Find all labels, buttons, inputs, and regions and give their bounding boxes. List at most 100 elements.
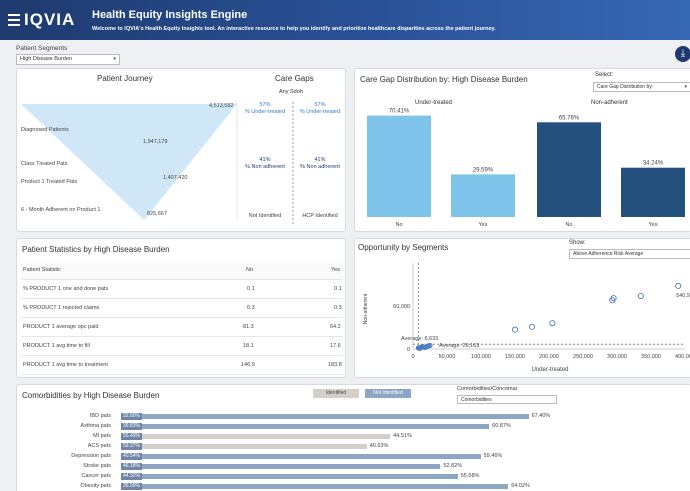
- comorb-badge-3: 59.37%: [121, 443, 142, 450]
- x-tick-3: Yes: [649, 222, 658, 228]
- scatter-point: [637, 292, 644, 299]
- comorb-badge-1: 39.83%: [121, 423, 142, 430]
- x-tick-1: Yes: [479, 222, 488, 228]
- left-footer: Not Identified: [248, 213, 282, 219]
- app-subtitle: Welcome to IQVIA's Health Equity Insight…: [92, 26, 496, 32]
- x-tick-0: No: [395, 222, 402, 228]
- legend-not-identified[interactable]: Not Identified: [365, 389, 411, 398]
- scatter-point: [427, 342, 433, 349]
- app-header: IQVIA Health Equity Insights Engine Welc…: [0, 0, 690, 40]
- bar-3: [621, 167, 685, 217]
- x-axis-label: Under-treated: [531, 367, 568, 373]
- opportunity-scatter: 0 50,000 100,000 150,000 200,000 250,000 300,0…: [363, 263, 690, 373]
- comorb-value-2: 44.51%: [393, 433, 412, 439]
- x-tick-8: 400,000: [675, 354, 690, 360]
- segment-select[interactable]: High Disease Burden ▾: [16, 54, 120, 65]
- comorb-badge-5: 46.18%: [121, 463, 142, 470]
- comorb-category-3: ACS pats: [87, 443, 111, 449]
- download-button[interactable]: ⤓: [675, 46, 690, 62]
- comorb-value-4: 59.46%: [483, 453, 503, 459]
- table-row: % PRODUCT 1 one and done pats 0.1 0.1: [21, 280, 343, 299]
- col-statistic: Patient Statistic: [23, 267, 61, 273]
- comorb-value-0: 67.40%: [531, 413, 551, 419]
- left-non-adherent: 41%% Non adherent: [245, 157, 285, 170]
- x-tick-2: 100,000: [471, 354, 491, 360]
- col-no: No: [246, 267, 254, 273]
- x-tick-3: 150,000: [505, 354, 525, 360]
- x-tick-0: 0: [411, 354, 414, 360]
- bar-2: [537, 122, 601, 217]
- right-non-adherent: 41%% Non adherent: [300, 157, 340, 170]
- patient-stats-panel: Patient Statistics by High Disease Burde…: [16, 238, 346, 378]
- scatter-point: [549, 320, 556, 327]
- bar-label-0: 70.41%: [389, 109, 410, 115]
- x-tick-6: 300,000: [607, 354, 627, 360]
- stats-header-row: Patient Statistic No Yes: [21, 261, 343, 280]
- bar-0: [367, 115, 431, 217]
- app-title: Health Equity Insights Engine: [92, 9, 248, 21]
- comorb-category-5: Stroke pats: [83, 463, 111, 469]
- scatter-point: [675, 282, 682, 289]
- comorb-bar-1: [121, 424, 490, 429]
- opportunity-panel: Opportunity by Segments Show: Above Adhe…: [354, 238, 690, 378]
- bar-label-2: 65.76%: [559, 115, 580, 121]
- download-icon: ⤓: [680, 48, 686, 59]
- comorb-bar-7: [121, 484, 509, 489]
- comorb-badge-2: 55.49%: [121, 433, 142, 440]
- segment-select-value: High Disease Burden: [20, 56, 72, 62]
- patient-journey-panel: Patient Journey Care Gaps Any Sdoh Diagn…: [16, 68, 346, 232]
- comorb-category-4: Depression pats: [71, 453, 111, 459]
- segment-label: Patient Segments: [16, 45, 68, 52]
- x-tick-2: No: [565, 222, 572, 228]
- table-row: PRODUCT 1 average opc paid 81.3 64.2: [21, 318, 343, 337]
- comorb-title: Comorbidities by High Disease Burden: [22, 391, 160, 400]
- comorb-category-7: Obesity pats: [80, 483, 111, 489]
- care-gap-bar-chart: 70.41% No 29.59% Yes 65.76% No 34.24% Yes: [367, 109, 685, 228]
- comorb-select[interactable]: Comorbidities: [457, 395, 557, 404]
- x-tick-1: 50,000: [439, 354, 456, 360]
- table-row: % PRODUCT 1 rejected claims 0.3 0.3: [21, 299, 343, 318]
- comorb-bar-6: [121, 474, 458, 479]
- care-gap-distribution-panel: Care Gap Distribution by: High Disease B…: [354, 68, 690, 232]
- comorb-bar-2: [121, 434, 391, 439]
- y-axis-label: Non-adherent: [363, 293, 369, 324]
- bar-1: [451, 174, 515, 217]
- point-label: 540,934: [676, 293, 690, 299]
- x-tick-4: 200,000: [539, 354, 559, 360]
- table-row: PRODUCT 1 avg time to treatment 146.9 18…: [21, 356, 343, 375]
- comorb-category-0: IBD pats: [89, 413, 111, 419]
- count-diagnosed: 4,513,582: [209, 103, 234, 109]
- right-footer: HCP Identified: [302, 213, 338, 219]
- right-under-treated: 57%% Under-treated: [299, 102, 341, 115]
- comorb-select-label: Comorbidities/Concomar: [457, 386, 518, 392]
- scatter-point: [511, 326, 518, 333]
- comorb-category-2: MI pats: [92, 433, 111, 439]
- comorb-badge-7: 35.99%: [121, 483, 142, 490]
- scatter-point: [528, 323, 535, 330]
- col-yes: Yes: [331, 267, 340, 273]
- count-adherent: 825,667: [147, 211, 167, 217]
- comorb-badge-0: 32.60%: [121, 413, 142, 420]
- iqvia-logo-icon: [8, 14, 20, 26]
- count-product-treated: 1,407,420: [163, 175, 188, 181]
- comorb-badge-4: 40.54%: [121, 453, 142, 460]
- comorb-bar-5: [121, 464, 441, 469]
- y-tick-0: 0: [407, 347, 410, 353]
- comorb-bar-0: [121, 414, 529, 419]
- comorb-bar-4: [121, 454, 481, 459]
- chevron-down-icon: ▾: [113, 56, 116, 62]
- y-tick-1: 60,000: [393, 304, 410, 310]
- comorb-bar-3: [121, 444, 367, 449]
- comorb-value-5: 52.82%: [443, 463, 463, 469]
- avg-y-label: Average: 29,163: [439, 343, 479, 349]
- bar-label-3: 34.24%: [643, 161, 664, 167]
- table-row: PRODUCT 1 avg time to fill 18.1 17.6: [21, 337, 343, 356]
- comorb-value-7: 64.02%: [511, 483, 530, 489]
- comorb-category-1: Asthma pats: [80, 423, 111, 429]
- legend-identified[interactable]: Identified: [313, 389, 359, 398]
- stage-product-treated: Product 1 Treated Pats: [21, 179, 78, 185]
- comorbidities-panel: Comorbidities by High Disease Burden Ide…: [16, 384, 690, 491]
- bar-label-1: 29.59%: [473, 167, 494, 173]
- stage-class-treated: Class Treated Pats: [21, 161, 68, 167]
- logo-text: IQVIA: [24, 10, 76, 29]
